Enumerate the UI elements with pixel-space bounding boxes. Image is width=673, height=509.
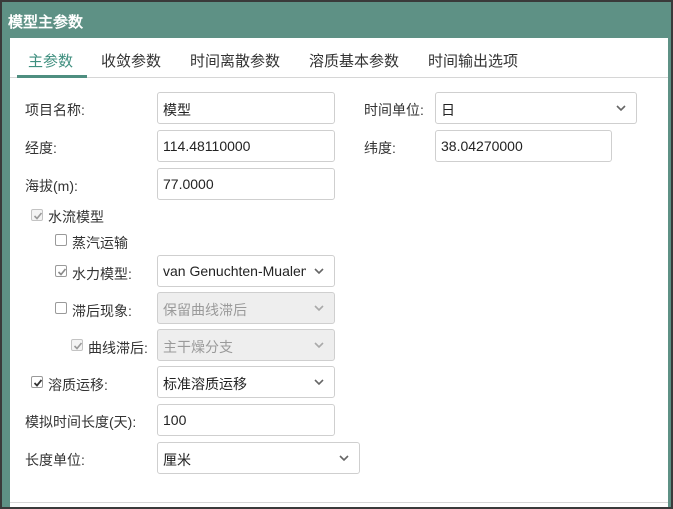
hysteresis-label: 滞后现象: (72, 303, 132, 319)
sim-time-length-label: 模拟时间长度(天): (25, 414, 137, 430)
length-unit-label: 长度单位: (25, 452, 85, 468)
chevron-down-icon (314, 379, 324, 386)
hydraulic-model-select[interactable]: van Genuchten-Mualem (157, 255, 335, 287)
water-flow-checkbox[interactable] (31, 209, 43, 221)
solute-transport-checkbox[interactable] (31, 376, 43, 388)
title-bar[interactable]: 模型主参数 (2, 2, 671, 38)
checkmark-icon (33, 379, 43, 387)
window-title: 模型主参数 (8, 14, 84, 31)
time-unit-label: 时间单位: (364, 102, 424, 118)
tab-main-params[interactable]: 主参数 (28, 50, 73, 71)
curve-hysteresis-label: 曲线滞后: (88, 340, 148, 356)
solute-transport-value: 标准溶质运移 (163, 376, 247, 392)
chevron-down-icon (314, 268, 324, 275)
hydraulic-model-value: van Genuchten-Mualem (163, 263, 306, 279)
longitude-input[interactable]: 114.48110000 (157, 130, 335, 162)
vapor-transport-label: 蒸汽运输 (72, 235, 128, 251)
right-border (668, 38, 671, 507)
altitude-label: 海拔(m): (25, 178, 78, 194)
solute-transport-select[interactable]: 标准溶质运移 (157, 366, 335, 398)
tab-bar: 主参数 收敛参数 时间离散参数 溶质基本参数 时间输出选项 (10, 38, 668, 78)
tab-time-output-options[interactable]: 时间输出选项 (428, 50, 518, 71)
longitude-label: 经度: (25, 140, 57, 156)
checkmark-icon (73, 342, 83, 350)
vapor-transport-checkbox[interactable] (55, 234, 67, 246)
latitude-label: 纬度: (364, 140, 396, 156)
dialog-window: 模型主参数 主参数 收敛参数 时间离散参数 溶质基本参数 时间输出选项 项目名称… (0, 0, 673, 509)
project-name-input[interactable]: 模型 (157, 92, 335, 124)
water-flow-label: 水流模型 (48, 209, 104, 225)
project-name-label: 项目名称: (25, 102, 85, 118)
chevron-down-icon (314, 342, 324, 349)
sim-time-length-input[interactable]: 100 (157, 404, 335, 436)
curve-hysteresis-value: 主干燥分支 (163, 339, 233, 355)
tab-convergence-params[interactable]: 收敛参数 (101, 50, 161, 71)
length-unit-select[interactable]: 厘米 (157, 442, 360, 474)
solute-transport-label: 溶质运移: (48, 377, 108, 393)
hysteresis-select[interactable]: 保留曲线滞后 (157, 292, 335, 324)
hysteresis-value: 保留曲线滞后 (163, 302, 247, 318)
tab-time-discretization[interactable]: 时间离散参数 (190, 50, 280, 71)
time-unit-value: 日 (441, 102, 455, 118)
altitude-input[interactable]: 77.0000 (157, 168, 335, 200)
curve-hysteresis-checkbox[interactable] (71, 339, 83, 351)
time-unit-select[interactable]: 日 (435, 92, 637, 124)
length-unit-value: 厘米 (163, 452, 191, 468)
chevron-down-icon (616, 105, 626, 112)
chevron-down-icon (339, 455, 349, 462)
chevron-down-icon (314, 305, 324, 312)
active-tab-indicator (17, 75, 87, 78)
checkmark-icon (57, 268, 67, 276)
latitude-input[interactable]: 38.04270000 (435, 130, 612, 162)
checkmark-icon (33, 212, 43, 220)
hysteresis-checkbox[interactable] (55, 302, 67, 314)
tab-solute-basic-params[interactable]: 溶质基本参数 (309, 50, 399, 71)
bottom-divider (10, 502, 668, 503)
hydraulic-model-checkbox[interactable] (55, 265, 67, 277)
hydraulic-model-label: 水力模型: (72, 266, 132, 282)
left-border (2, 38, 10, 507)
curve-hysteresis-select[interactable]: 主干燥分支 (157, 329, 335, 361)
